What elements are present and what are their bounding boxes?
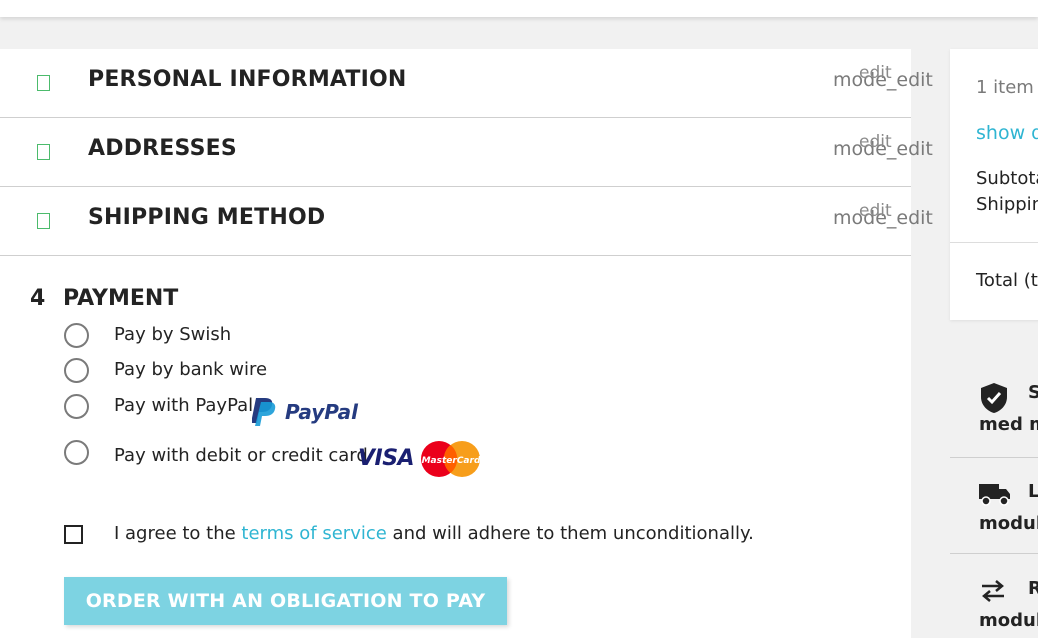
- paypal-logo: PayPal: [252, 398, 359, 426]
- payment-step-number: 4: [30, 286, 46, 311]
- arrows-exchange-icon: [982, 580, 1004, 602]
- payment-option-label[interactable]: Pay by Swish: [114, 324, 231, 345]
- edit-button[interactable]: mode_edit edit: [833, 63, 933, 91]
- summary-divider: [950, 242, 1038, 243]
- radio-button[interactable]: [64, 440, 89, 465]
- reassurance-title: S: [1028, 382, 1038, 403]
- reassurance-title: R: [1028, 578, 1038, 599]
- step-title: ADDRESSES: [88, 136, 237, 161]
- show-details-link[interactable]: show d: [976, 122, 1038, 144]
- cart-item-count: 1 item: [976, 77, 1034, 98]
- paypal-word: PayPal: [285, 400, 359, 424]
- payment-option-label[interactable]: Pay with debit or credit card: [114, 445, 368, 466]
- top-header-bar: [0, 0, 1038, 17]
- reassurance-title: L: [1028, 481, 1038, 502]
- step-addresses[interactable]: ADDRESSES mode_edit edit: [0, 118, 933, 187]
- reassurance-security: S med m: [950, 382, 1038, 438]
- radio-button[interactable]: [64, 394, 89, 419]
- subtotal-label: Subtota: [976, 168, 1038, 189]
- terms-of-service-link[interactable]: terms of service: [241, 523, 386, 544]
- payment-option-label[interactable]: Pay by bank wire: [114, 359, 267, 380]
- edit-overlay-label: edit: [859, 201, 892, 221]
- reassurance-divider: [950, 457, 1038, 458]
- payment-step-title: PAYMENT: [63, 286, 179, 311]
- shield-check-icon: [981, 383, 1007, 413]
- edit-overlay-label: edit: [859, 132, 892, 152]
- reassurance-delivery: L modul: [950, 481, 1038, 537]
- edit-overlay-label: edit: [859, 63, 892, 83]
- radio-button[interactable]: [64, 358, 89, 383]
- edit-button[interactable]: mode_edit edit: [833, 201, 933, 229]
- truck-icon: [979, 484, 1010, 506]
- payment-option-label[interactable]: Pay with PayPal: [114, 395, 253, 416]
- step-title: PERSONAL INFORMATION: [88, 67, 407, 92]
- reassurance-divider: [950, 553, 1038, 554]
- done-check-icon: [37, 213, 50, 229]
- mastercard-logo: MasterCard: [421, 441, 481, 477]
- radio-button[interactable]: [64, 323, 89, 348]
- reassurance-returns: R modul: [950, 578, 1038, 634]
- done-check-icon: [37, 144, 50, 160]
- order-button[interactable]: ORDER WITH AN OBLIGATION TO PAY: [64, 577, 507, 625]
- step-title: SHIPPING METHOD: [88, 205, 326, 230]
- terms-agreement-text: I agree to the terms of service and will…: [114, 523, 754, 544]
- total-label: Total (ta: [976, 270, 1038, 291]
- edit-button[interactable]: mode_edit edit: [833, 132, 933, 160]
- reassurance-text: modul: [979, 610, 1038, 631]
- shipping-label: Shippin: [976, 194, 1038, 215]
- terms-checkbox[interactable]: [64, 525, 83, 544]
- reassurance-text: modul: [979, 513, 1038, 534]
- step-shipping-method[interactable]: SHIPPING METHOD mode_edit edit: [0, 187, 933, 256]
- step-personal-information[interactable]: PERSONAL INFORMATION mode_edit edit: [0, 49, 933, 118]
- visa-logo: VISA: [358, 446, 415, 471]
- cart-summary: 1 item show d Subtota Shippin Total (ta: [950, 49, 1038, 320]
- mastercard-word: MasterCard: [422, 456, 481, 466]
- reassurance-text: med m: [979, 414, 1038, 435]
- terms-text-before: I agree to the: [114, 523, 242, 544]
- terms-text-after: and will adhere to them unconditionally.: [386, 523, 754, 544]
- done-check-icon: [37, 75, 50, 91]
